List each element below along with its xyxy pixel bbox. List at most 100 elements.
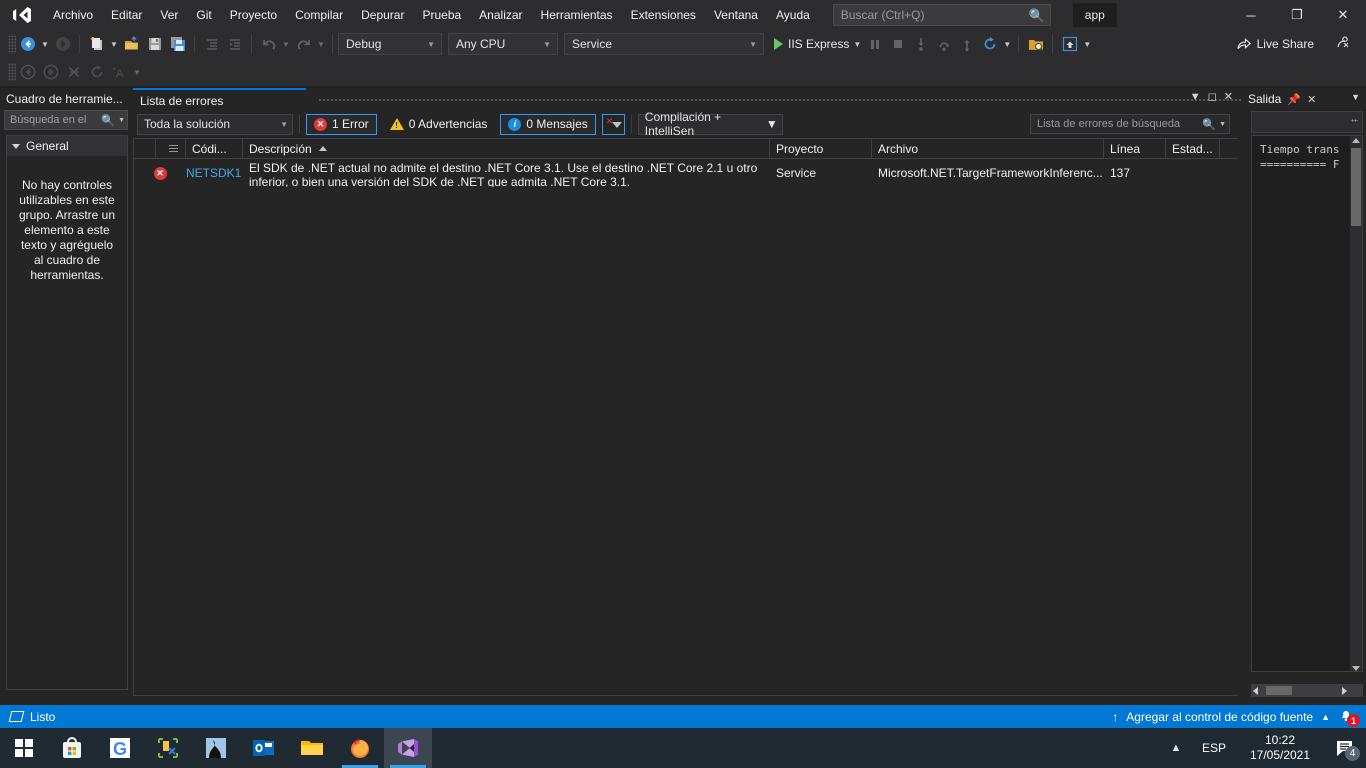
table-row[interactable]: ✕ NETSDK1 El SDK de .NET actual no admit…	[134, 159, 1238, 187]
menu-herramientas[interactable]: Herramientas	[532, 0, 622, 30]
step-over-icon[interactable]	[932, 33, 955, 55]
restart-icon[interactable]	[978, 33, 1001, 55]
restart-dropdown[interactable]: ▼	[1001, 33, 1013, 55]
error-list-search-input[interactable]: Lista de errores de búsqueda 🔍 ▼	[1030, 114, 1230, 134]
toolbox-search-input[interactable]: Búsqueda en el 🔍 ▼	[4, 110, 128, 130]
filter-errors-icon[interactable]: ✕	[601, 113, 625, 135]
chevron-down-icon[interactable]: ▼	[1219, 121, 1226, 128]
notifications-bell-icon[interactable]: 1	[1338, 708, 1360, 727]
scope-filter-combo[interactable]: Toda la solución ▼	[137, 113, 293, 135]
save-all-icon[interactable]	[166, 33, 189, 55]
minimize-button[interactable]: ─	[1228, 0, 1274, 30]
search-input[interactable]	[840, 8, 1029, 22]
chevron-down-icon[interactable]: ▼	[118, 117, 125, 124]
clock[interactable]: 10:22 17/05/2021	[1236, 728, 1324, 768]
chevron-down-icon[interactable]: ▼	[1190, 91, 1201, 103]
start-button[interactable]	[0, 728, 48, 768]
menu-git[interactable]: Git	[187, 0, 220, 30]
scrollbar-thumb[interactable]	[1351, 148, 1361, 226]
column-header-state[interactable]: Estad...	[1166, 139, 1220, 158]
menu-ayuda[interactable]: Ayuda	[767, 0, 819, 30]
close-icon[interactable]: ✕	[1224, 90, 1233, 103]
open-file-icon[interactable]	[120, 33, 143, 55]
browse-with-icon[interactable]	[1024, 33, 1047, 55]
send-feedback-icon[interactable]	[1336, 35, 1350, 52]
scrollbar-thumb[interactable]	[1266, 686, 1292, 695]
taskbar-outlook[interactable]	[240, 728, 288, 768]
font-size-icon[interactable]: A +	[108, 61, 131, 83]
column-header-line[interactable]: Línea	[1104, 139, 1166, 158]
cancel-icon[interactable]	[62, 61, 85, 83]
scroll-right-icon[interactable]	[1342, 686, 1347, 695]
source-control-label[interactable]: Agregar al control de código fuente	[1126, 710, 1313, 724]
warnings-filter-toggle[interactable]: 0 Advertencias	[383, 114, 495, 135]
taskbar-microsoft-store[interactable]	[48, 728, 96, 768]
refresh-icon[interactable]	[85, 61, 108, 83]
menu-prueba[interactable]: Prueba	[413, 0, 470, 30]
output-text-area[interactable]: Tiempo trans ========== F	[1251, 135, 1363, 672]
taskbar-snip-sketch[interactable]	[144, 728, 192, 768]
close-button[interactable]: ✕	[1320, 0, 1366, 30]
output-horizontal-scrollbar[interactable]	[1251, 684, 1363, 697]
column-header-severity[interactable]	[156, 139, 186, 158]
scroll-left-icon[interactable]	[1253, 686, 1258, 695]
errors-filter-toggle[interactable]: ✕ 1 Error	[306, 113, 377, 135]
menu-depurar[interactable]: Depurar	[352, 0, 413, 30]
menu-extensiones[interactable]: Extensiones	[622, 0, 705, 30]
chevron-up-icon[interactable]: ▲	[1321, 712, 1330, 722]
column-header-project[interactable]: Proyecto	[770, 139, 872, 158]
menu-proyecto[interactable]: Proyecto	[221, 0, 286, 30]
quick-launch-search[interactable]: 🔍	[832, 4, 1051, 26]
toolbar2-grip[interactable]	[8, 63, 16, 81]
step-into-icon[interactable]	[909, 33, 932, 55]
navigate-forward-icon[interactable]	[51, 33, 74, 55]
toolbar-overflow-icon[interactable]: ▼	[131, 61, 143, 83]
preview-selected-items-icon[interactable]	[1058, 33, 1081, 55]
language-indicator[interactable]: ESP	[1192, 728, 1236, 768]
navigate-back-dropdown[interactable]: ▼	[39, 33, 51, 55]
taskbar-file-explorer[interactable]	[288, 728, 336, 768]
solution-platform-combo[interactable]: Any CPU ▼	[448, 33, 558, 55]
restore-button[interactable]: ❐	[1274, 0, 1320, 30]
solution-configuration-combo[interactable]: Debug ▼	[338, 33, 442, 55]
tab-lista-de-errores[interactable]: Lista de errores	[133, 88, 306, 111]
column-header-file[interactable]: Archivo	[872, 139, 1104, 158]
start-debugging-dropdown[interactable]: ▼	[851, 33, 863, 55]
taskbar-firefox[interactable]	[336, 728, 384, 768]
forward-icon[interactable]	[39, 61, 62, 83]
source-filter-combo[interactable]: Compilación + IntelliSen ▼	[637, 110, 783, 138]
action-center-icon[interactable]: 4	[1324, 728, 1366, 768]
chevron-down-icon[interactable]: ▼	[1351, 92, 1360, 102]
toolbar-overflow-icon[interactable]: ▼	[1081, 33, 1093, 55]
maximize-icon[interactable]: ◻	[1208, 90, 1217, 103]
back-icon[interactable]	[16, 61, 39, 83]
increase-indent-icon[interactable]	[223, 33, 246, 55]
pin-icon[interactable]: 📌	[1287, 93, 1301, 106]
scroll-down-icon[interactable]	[1352, 666, 1360, 671]
new-project-dropdown[interactable]: ▼	[108, 33, 120, 55]
menu-ver[interactable]: Ver	[151, 0, 187, 30]
new-project-icon[interactable]	[85, 33, 108, 55]
navigate-back-icon[interactable]	[16, 33, 39, 55]
undo-dropdown[interactable]: ▼	[280, 33, 292, 55]
toolbar-overflow-icon[interactable]	[1351, 119, 1358, 122]
taskbar-google-chrome[interactable]: G	[96, 728, 144, 768]
redo-dropdown[interactable]: ▼	[315, 33, 327, 55]
stop-icon[interactable]	[886, 33, 909, 55]
step-out-icon[interactable]	[955, 33, 978, 55]
menu-ventana[interactable]: Ventana	[705, 0, 767, 30]
chevron-up-icon[interactable]: ▲	[1160, 728, 1192, 768]
row-code[interactable]: NETSDK1	[186, 159, 243, 187]
start-debugging-button[interactable]: IIS Express	[770, 33, 851, 55]
live-share-button[interactable]: Live Share	[1237, 33, 1314, 55]
taskbar-dark-figure-app[interactable]	[192, 728, 240, 768]
decrease-indent-icon[interactable]	[200, 33, 223, 55]
save-icon[interactable]	[143, 33, 166, 55]
tabstrip-drag-handle[interactable]	[318, 98, 1318, 102]
pause-icon[interactable]	[863, 33, 886, 55]
messages-filter-toggle[interactable]: i 0 Mensajes	[500, 113, 596, 135]
menu-compilar[interactable]: Compilar	[286, 0, 352, 30]
menu-analizar[interactable]: Analizar	[470, 0, 531, 30]
scroll-up-icon[interactable]	[1352, 138, 1360, 143]
tab-salida[interactable]: Salida 📌 ✕	[1243, 88, 1322, 110]
